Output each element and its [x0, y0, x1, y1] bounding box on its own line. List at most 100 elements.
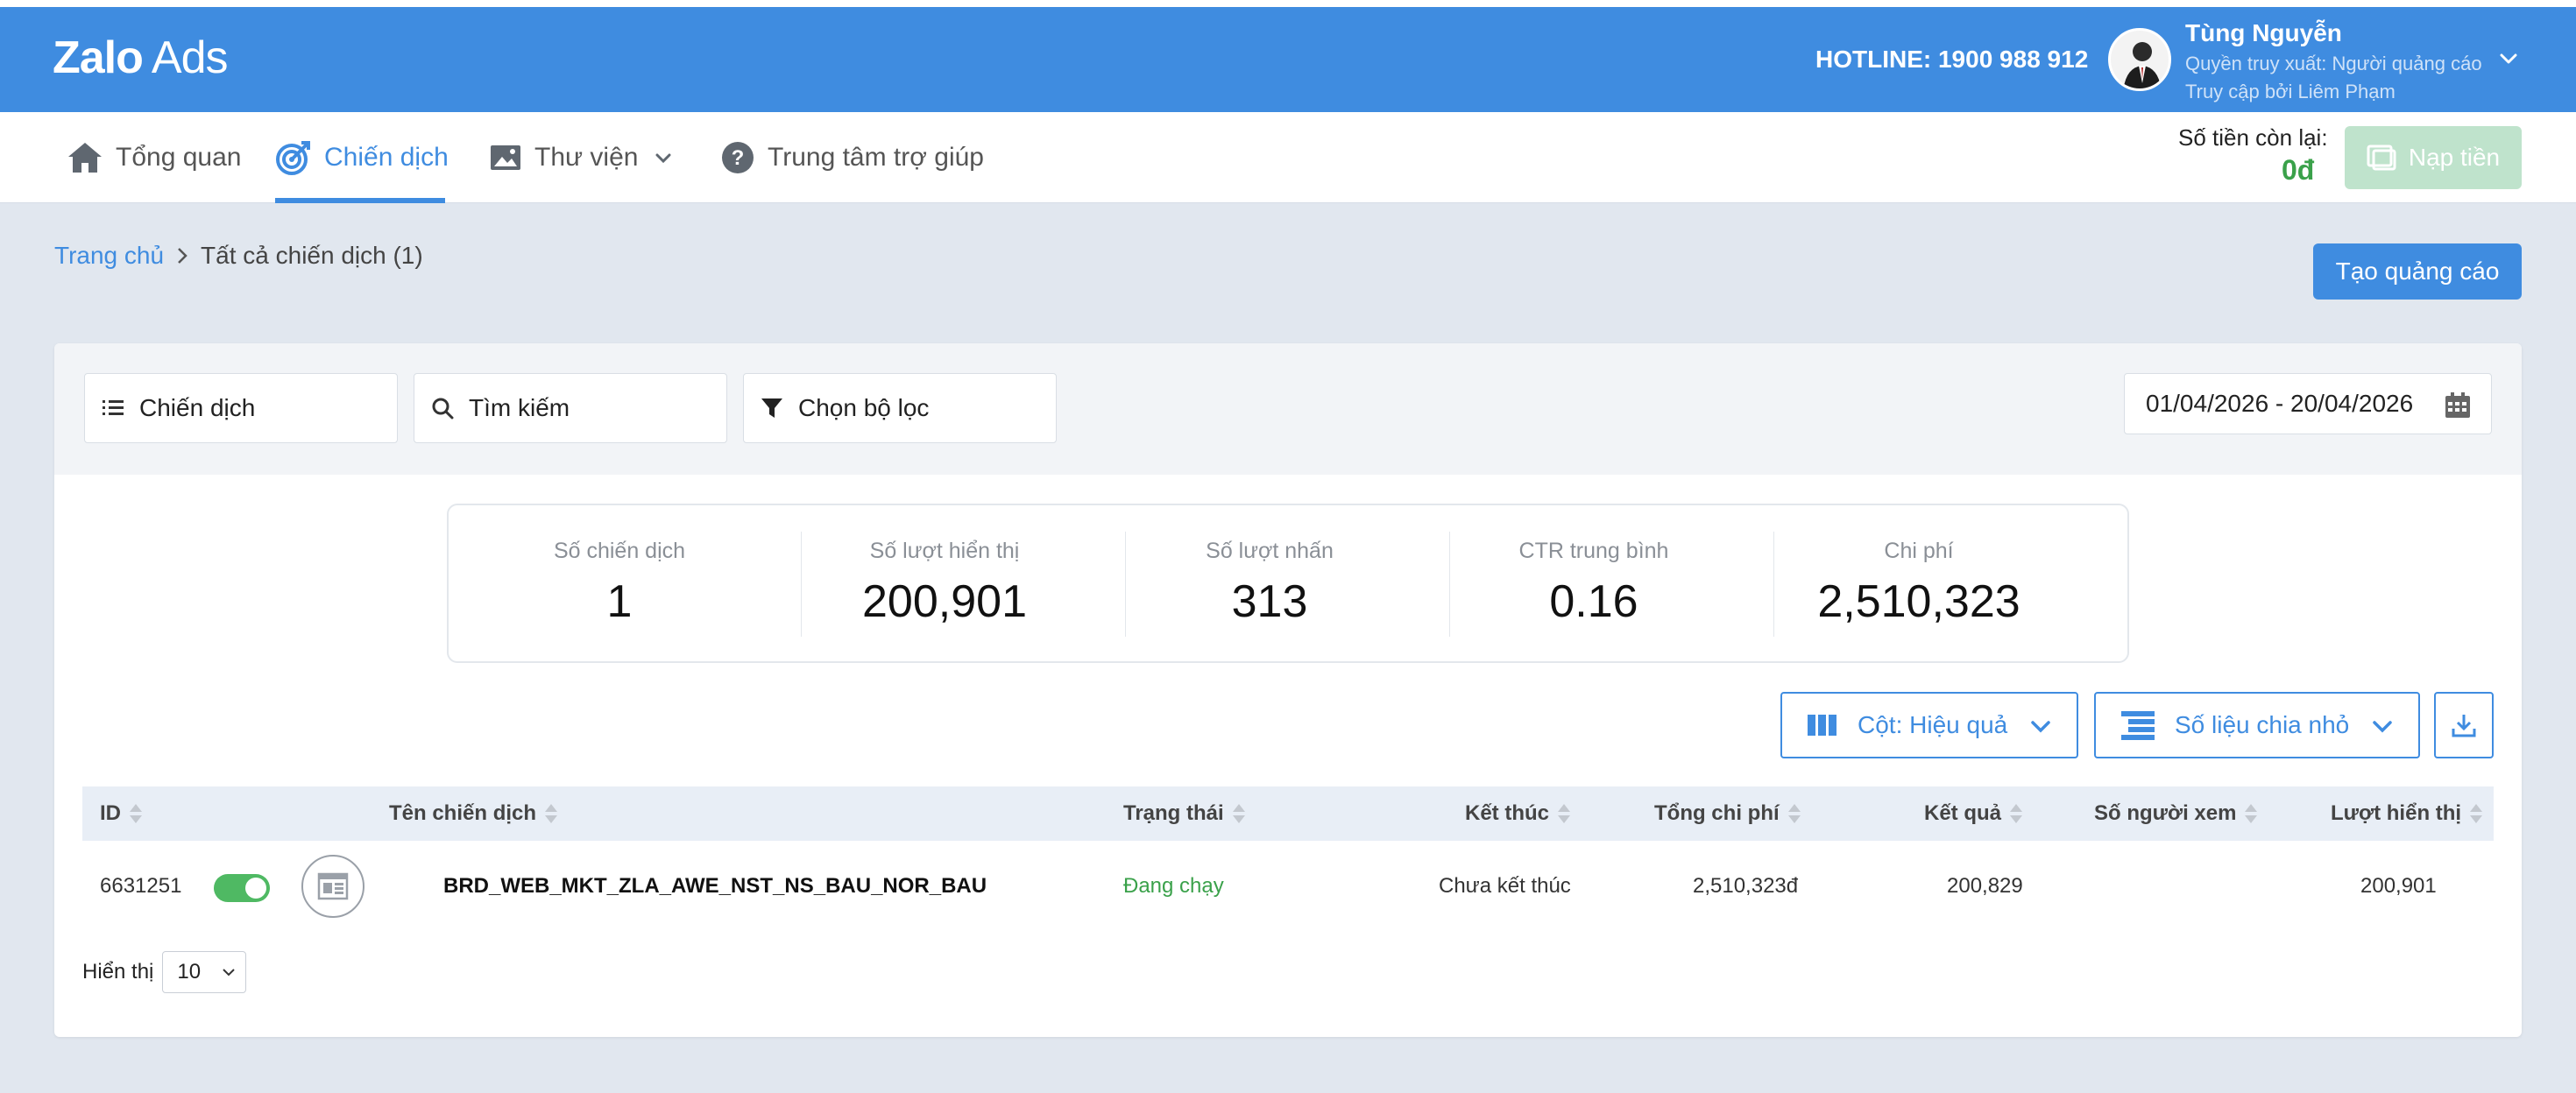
sort-icon — [1787, 803, 1801, 824]
sort-icon — [2010, 803, 2023, 824]
nav-item-label: Trung tâm trợ giúp — [768, 143, 984, 172]
view-selector[interactable]: Chiến dịch — [84, 373, 398, 443]
breakdown-button-label: Số liệu chia nhỏ — [2175, 711, 2350, 738]
main-nav: Tổng quan Chiến dịch Thư viện ? Trung tâ… — [0, 112, 2576, 203]
col-end[interactable]: Kết thúc — [1465, 786, 1570, 841]
summary-stats: Số chiến dịch 1 Số lượt hiển thị 200,901… — [447, 504, 2129, 663]
filter-selector-label: Chọn bộ lọc — [798, 394, 930, 421]
topup-label: Nạp tiền — [2408, 144, 2501, 171]
search-input[interactable]: Tìm kiếm — [414, 373, 727, 443]
col-id[interactable]: ID — [100, 786, 142, 841]
stat-value: 200,901 — [862, 576, 1027, 627]
hotline-text: HOTLINE: 1900 988 912 — [1815, 46, 2089, 73]
cell-result: 200,829 — [1947, 874, 2023, 898]
stat-value: 0.16 — [1549, 576, 1638, 627]
stat-label: CTR trung bình — [1518, 539, 1669, 563]
col-label: Kết quả — [1924, 801, 2002, 825]
search-icon — [432, 398, 454, 420]
download-button[interactable] — [2434, 692, 2494, 758]
cell-campaign-name[interactable]: BRD_WEB_MKT_ZLA_AWE_NST_NS_BAU_NOR_BAU — [443, 841, 987, 932]
sort-icon — [1232, 803, 1245, 824]
chevron-right-icon — [178, 248, 188, 264]
stat-label: Chi phí — [1884, 539, 1954, 563]
pagination: Hiển thị 10 — [82, 951, 247, 993]
create-ad-button[interactable]: Tạo quảng cáo — [2313, 243, 2522, 300]
col-status[interactable]: Trạng thái — [1123, 786, 1245, 841]
col-total-cost[interactable]: Tổng chi phí — [1654, 786, 1801, 841]
date-range-picker[interactable]: 01/04/2026 - 20/04/2026 — [2124, 373, 2492, 434]
logo-bold-text: Zalo — [53, 32, 144, 83]
breakdown-icon — [2121, 711, 2155, 740]
image-icon — [491, 145, 520, 170]
col-label: Tổng chi phí — [1654, 801, 1780, 825]
col-impressions[interactable]: Lượt hiển thị — [2331, 786, 2483, 841]
stat-label: Số lượt nhấn — [1206, 539, 1334, 563]
col-label: Số người xem — [2094, 801, 2237, 825]
stat-cost: Chi phí 2,510,323 — [1757, 505, 2081, 665]
stat-ctr: CTR trung bình 0.16 — [1432, 505, 1756, 665]
cell-end: Chưa kết thúc — [1439, 874, 1571, 898]
filter-bar: Chiến dịch Tìm kiếm Chọn bộ lọc 01/04/20… — [54, 343, 2522, 475]
col-result[interactable]: Kết quả — [1924, 786, 2023, 841]
user-name[interactable]: Tùng Nguyễn — [2185, 19, 2342, 47]
nav-item-library[interactable]: Thư viện — [489, 112, 689, 203]
stat-label: Số chiến dịch — [553, 539, 686, 563]
nav-item-campaigns[interactable]: Chiến dịch — [275, 112, 449, 203]
sort-icon — [545, 803, 558, 824]
app-header: Zalo Ads HOTLINE: 1900 988 912 Tùng Nguyễ… — [0, 7, 2576, 112]
user-avatar-icon — [2111, 31, 2169, 88]
ad-preview-icon — [317, 872, 349, 900]
col-label: Trạng thái — [1123, 801, 1224, 825]
chevron-down-icon — [2031, 721, 2050, 733]
col-label: Lượt hiển thị — [2331, 801, 2462, 825]
cell-impressions: 200,901 — [2360, 874, 2437, 898]
columns-button-label: Cột: Hiệu quả — [1858, 711, 2008, 738]
chevron-down-icon — [2373, 721, 2392, 733]
avatar[interactable] — [2108, 28, 2171, 91]
nav-item-label: Thư viện — [534, 143, 639, 172]
date-range-text: 01/04/2026 - 20/04/2026 — [2146, 390, 2414, 417]
col-campaign-name[interactable]: Tên chiến dịch — [389, 786, 558, 841]
page-size-select[interactable]: 10 — [162, 951, 247, 993]
cell-id: 6631251 — [100, 874, 182, 898]
table-row[interactable]: 6631251 BRD_WEB_MKT_ZLA_AWE_NST_NS_BAU_N… — [82, 841, 2494, 932]
breakdown-button[interactable]: Số liệu chia nhỏ — [2094, 692, 2420, 758]
top-strip — [0, 0, 2576, 7]
campaign-toggle[interactable] — [214, 874, 270, 902]
calendar-icon — [2445, 392, 2470, 418]
col-label: Kết thúc — [1465, 801, 1549, 825]
breadcrumb: Trang chủ Tất cả chiến dịch (1) — [54, 242, 423, 270]
view-selector-label: Chiến dịch — [139, 394, 256, 421]
sort-icon — [130, 803, 142, 824]
col-viewers[interactable]: Số người xem — [2094, 786, 2258, 841]
chevron-down-icon[interactable] — [2495, 46, 2522, 72]
filter-selector[interactable]: Chọn bộ lọc — [743, 373, 1057, 443]
svg-text:?: ? — [732, 146, 745, 170]
stat-impressions: Số lượt hiển thị 200,901 — [782, 505, 1107, 665]
sort-icon — [1558, 803, 1570, 824]
nav-item-label: Tổng quan — [116, 143, 242, 172]
sort-icon — [2470, 803, 2483, 824]
cell-status: Đang chạy — [1123, 874, 1224, 898]
zalo-ads-logo[interactable]: Zalo Ads — [53, 32, 229, 84]
balance-value: 0đ — [2282, 154, 2315, 186]
home-icon — [68, 143, 102, 173]
sort-icon — [2245, 803, 2258, 824]
stat-value: 1 — [606, 576, 633, 627]
topup-button[interactable]: Nạp tiền — [2345, 126, 2522, 189]
columns-icon — [1808, 715, 1836, 736]
nav-item-overview[interactable]: Tổng quan — [67, 112, 241, 203]
page-size-value: 10 — [177, 960, 202, 984]
stat-value: 2,510,323 — [1817, 576, 2020, 627]
ad-preview-button[interactable] — [301, 855, 364, 918]
stat-campaign-count: Số chiến dịch 1 — [457, 505, 782, 665]
wallet-icon — [2367, 145, 2396, 171]
search-placeholder: Tìm kiếm — [469, 394, 570, 421]
breadcrumb-home-link[interactable]: Trang chủ — [54, 242, 164, 270]
target-icon — [276, 141, 310, 175]
chevron-down-icon — [223, 969, 236, 977]
nav-item-help-center[interactable]: ? Trung tâm trợ giúp — [720, 112, 984, 203]
columns-button[interactable]: Cột: Hiệu quả — [1780, 692, 2078, 758]
table-header: ID Tên chiến dịch Trạng thái Kết thúc Tổ… — [82, 786, 2494, 841]
chevron-down-icon — [655, 153, 671, 164]
